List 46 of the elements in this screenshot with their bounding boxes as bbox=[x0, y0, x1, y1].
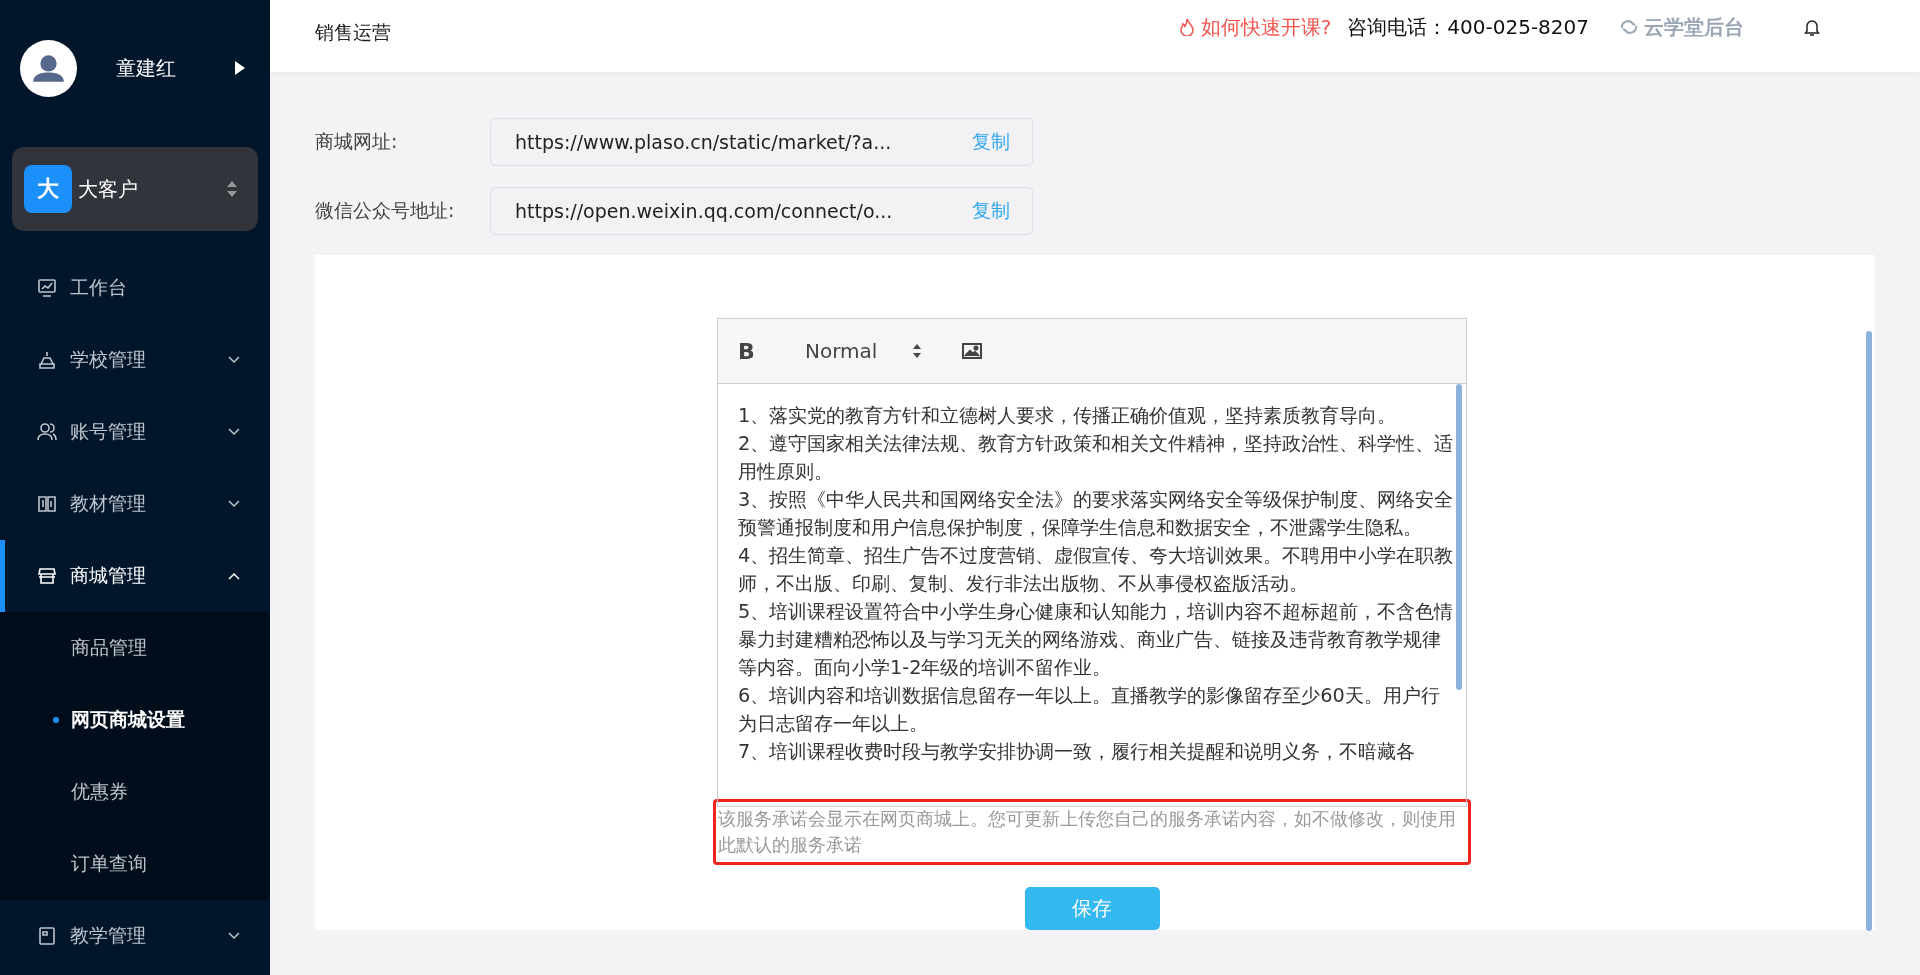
paragraph: 3、按照《中华人民共和国网络安全法》的要求落实网络安全等级保护制度、网络安全预警通报制度和用户信息保护制度，保障学生信息和数据安全，不泄露学生隐私。 bbox=[738, 487, 1454, 541]
board-icon bbox=[37, 926, 57, 946]
menu-item[interactable]: 工作台 bbox=[0, 252, 270, 324]
users-icon bbox=[37, 422, 57, 442]
submenu-item[interactable]: 订单查询 bbox=[0, 828, 270, 900]
field-label: 商城网址: bbox=[315, 129, 399, 154]
avatar-icon bbox=[20, 39, 77, 97]
paragraph: 7、培训课程收费时段与教学安排协调一致，履行相关提醒和说明义务，不暗藏各 bbox=[738, 739, 1417, 765]
triangle-right-icon[interactable] bbox=[235, 61, 245, 75]
chart-icon bbox=[37, 278, 57, 298]
account-badge: 大 bbox=[24, 165, 72, 213]
sort-icon bbox=[912, 343, 923, 359]
menu-item[interactable]: 账号管理 bbox=[0, 396, 270, 468]
paragraph: 1、落实党的教育方针和立德树人要求，传播正确价值观，坚持素质教育导向。 bbox=[738, 403, 1398, 429]
hint-text: 该服务承诺会显示在网页商城上。您可更新上传您自己的服务承诺内容，如不做修改，则使用此默认的服务承诺 bbox=[713, 799, 1471, 865]
store-icon bbox=[37, 566, 57, 586]
phone-text: 咨询电话：400-025-8207 bbox=[1347, 13, 1589, 41]
url-field[interactable]: https://www.plaso.cn/static/market/?a... 复制 bbox=[490, 118, 1033, 166]
submenu-item[interactable]: 优惠券 bbox=[0, 756, 270, 828]
scrollbar[interactable] bbox=[1456, 384, 1462, 690]
editor-content[interactable] bbox=[717, 384, 1467, 807]
submenu-item[interactable]: 商品管理 bbox=[0, 612, 270, 684]
paragraph: 6、培训内容和培训数据信息留存一年以上。直播教学的影像留存至少60天。用户行为日志留存一年以上。 bbox=[738, 683, 1441, 737]
scrollbar[interactable] bbox=[1866, 331, 1872, 931]
menu-item[interactable]: 学校管理 bbox=[0, 324, 270, 396]
submenu-item[interactable]: 网页商城设置 bbox=[0, 684, 270, 756]
building-icon bbox=[37, 350, 57, 370]
bold-button[interactable]: B bbox=[738, 338, 778, 364]
refresh-icon bbox=[1619, 19, 1639, 35]
paragraph: 2、遵守国家相关法律法规、教育方针政策和相关文件精神，坚持政治性、科学性、适用性原则。 bbox=[738, 431, 1454, 485]
paragraph: 4、招生简章、招生广告不过度营销、虚假宣传、夸大培训效果。不聘用中小学在职教师，不出版、印刷、复制、发行非法出版物、不从事侵权盗版活动。 bbox=[738, 543, 1454, 597]
account-selector[interactable]: 大 大客户 bbox=[12, 147, 258, 231]
sort-icon bbox=[226, 181, 238, 197]
bell-icon[interactable] bbox=[1804, 18, 1820, 36]
page-title: 销售运营 bbox=[315, 20, 391, 45]
flame-icon bbox=[1179, 18, 1194, 36]
field-label: 微信公众号地址: bbox=[315, 198, 456, 223]
book-icon bbox=[37, 494, 57, 514]
image-button[interactable] bbox=[962, 343, 983, 359]
url-field[interactable]: https://open.weixin.qq.com/connect/o... 复制 bbox=[490, 187, 1033, 235]
paragraph: 5、培训课程设置符合中小学生身心健康和认知能力，培训内容不超标超前，不含色情暴力封建糟粕恐怖以及与学习无关的网络游戏、商业广告、链接及违背教育教学规律等内容。面向小学1-2年级的培训不留作业。 bbox=[738, 599, 1454, 681]
menu-item[interactable]: 教学管理 bbox=[0, 900, 270, 972]
user-name: 童建红 bbox=[116, 54, 177, 82]
menu-item[interactable]: 教材管理 bbox=[0, 468, 270, 540]
format-dropdown[interactable]: Normal bbox=[805, 339, 923, 363]
image-icon bbox=[962, 343, 983, 359]
